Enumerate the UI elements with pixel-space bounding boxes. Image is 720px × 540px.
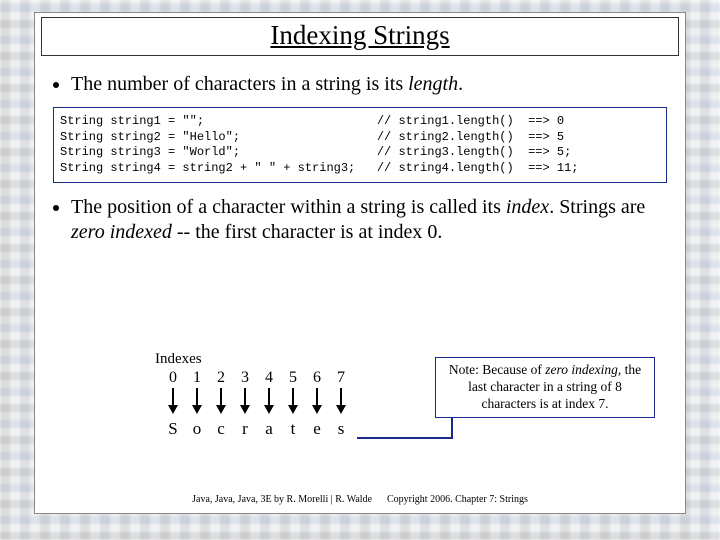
bullet-2-c: . Strings are (549, 196, 645, 218)
slide: Indexing Strings The number of character… (34, 12, 686, 514)
idx-6: 6 (305, 369, 329, 387)
bullet-1-text-b: . (458, 73, 463, 95)
bullet-2-b: index (506, 196, 549, 218)
letter-row: S o c r a t e s (161, 419, 415, 439)
idx-4: 4 (257, 369, 281, 387)
bullet-1-em: length (408, 73, 458, 95)
idx-0: 0 (161, 369, 185, 387)
note-box: Note: Because of zero indexing, the last… (435, 357, 655, 418)
arrow-row (161, 387, 415, 419)
bullet-list-2: The position of a character within a str… (49, 195, 671, 245)
footer-right: Copyright 2006. Chapter 7: Strings (387, 494, 528, 505)
title-box: Indexing Strings (41, 17, 679, 56)
bullet-1: The number of characters in a string is … (71, 72, 671, 97)
let-4: a (257, 419, 281, 439)
code-block: String string1 = ""; // string1.length()… (53, 107, 667, 183)
index-row: 0 1 2 3 4 5 6 7 (161, 369, 415, 387)
arrow-down-icon (257, 387, 281, 419)
let-1: o (185, 419, 209, 439)
arrow-down-icon (233, 387, 257, 419)
index-diagram: Indexes 0 1 2 3 4 5 6 7 S o c r a t (155, 351, 415, 439)
bullet-1-text-a: The number of characters in a string is … (71, 73, 408, 95)
let-6: e (305, 419, 329, 439)
note-a: Note: Because of (449, 362, 545, 377)
diagram-label: Indexes (155, 351, 415, 368)
idx-1: 1 (185, 369, 209, 387)
bullet-2: The position of a character within a str… (71, 195, 671, 245)
bullet-2-a: The position of a character within a str… (71, 196, 506, 218)
arrow-down-icon (185, 387, 209, 419)
arrow-down-icon (281, 387, 305, 419)
note-b: zero indexing (545, 362, 618, 377)
arrow-down-icon (161, 387, 185, 419)
let-3: r (233, 419, 257, 439)
idx-3: 3 (233, 369, 257, 387)
connector-line-v (451, 417, 453, 439)
let-2: c (209, 419, 233, 439)
idx-5: 5 (281, 369, 305, 387)
slide-title: Indexing Strings (42, 20, 678, 51)
bullet-list: The number of characters in a string is … (49, 72, 671, 97)
bullet-2-e: -- the first character is at index 0. (172, 221, 442, 243)
idx-7: 7 (329, 369, 353, 387)
arrow-down-icon (329, 387, 353, 419)
idx-2: 2 (209, 369, 233, 387)
footer: Java, Java, Java, 3E by R. Morelli | R. … (35, 494, 685, 505)
let-0: S (161, 419, 185, 439)
let-5: t (281, 419, 305, 439)
footer-left: Java, Java, Java, 3E by R. Morelli | R. … (192, 494, 372, 505)
let-7: s (329, 419, 353, 439)
arrow-down-icon (305, 387, 329, 419)
slide-body: The number of characters in a string is … (35, 64, 685, 245)
connector-line-h (357, 437, 453, 439)
bullet-2-d: zero indexed (71, 221, 172, 243)
arrow-down-icon (209, 387, 233, 419)
